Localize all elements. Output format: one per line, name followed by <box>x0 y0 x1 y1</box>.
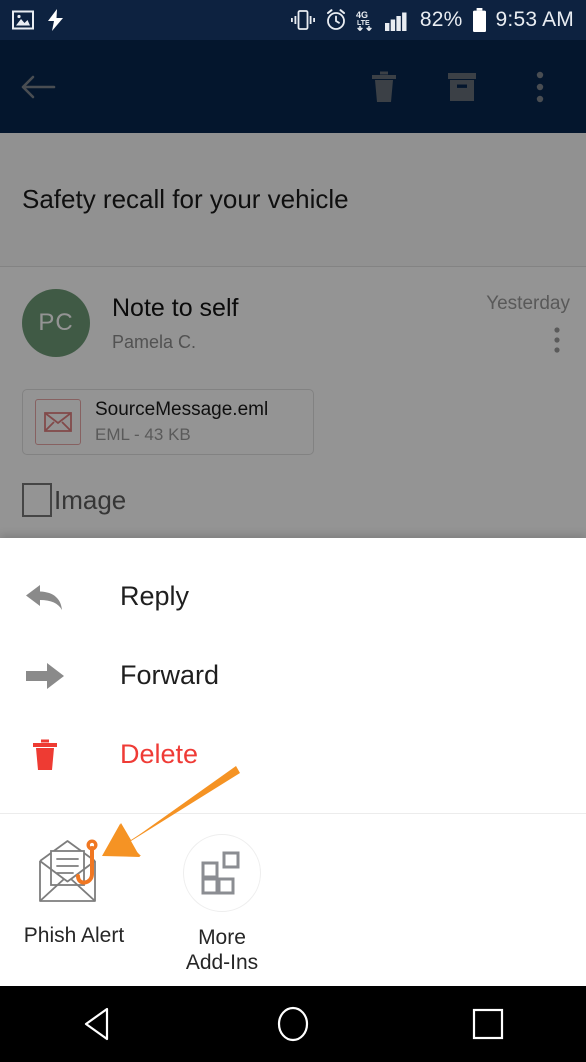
trash-icon <box>22 739 68 771</box>
nav-recents-button[interactable] <box>444 993 532 1055</box>
addin-phish-alert[interactable]: Phish Alert <box>0 834 148 976</box>
archive-button[interactable] <box>440 65 484 109</box>
addin-label: More Add-Ins <box>185 926 259 974</box>
phone-screen: 4G LTE 82% 9:53 AM Safety recall for you… <box>0 0 586 1062</box>
sheet-item-label: Forward <box>120 660 220 690</box>
signal-bars-icon <box>384 9 411 31</box>
addins-row: Phish Alert More Add-Ins <box>0 814 586 976</box>
app-bar-actions <box>362 65 570 109</box>
sheet-item-label: Delete <box>120 739 199 769</box>
battery-icon <box>472 8 487 32</box>
flash-icon <box>48 9 63 31</box>
attachment-meta: SourceMessage.eml EML - 43 KB <box>95 399 268 445</box>
page-title: Safety recall for your vehicle <box>22 184 349 214</box>
message-overflow-button[interactable] <box>554 327 560 358</box>
sender-name: Pamela C. <box>112 331 197 352</box>
envelope-attachment-icon <box>35 399 81 445</box>
avatar-initials: PC <box>38 309 74 336</box>
status-bar-left-icons <box>12 9 63 31</box>
app-bar <box>0 40 586 133</box>
sheet-item-forward[interactable]: Forward <box>0 636 586 715</box>
image-placeholder: Image <box>22 483 586 517</box>
avatar: PC <box>22 289 90 357</box>
attachment-filename: SourceMessage.eml <box>95 399 269 420</box>
sender-title: Note to self <box>112 294 239 322</box>
sheet-item-label: Reply <box>120 581 190 611</box>
addin-more-addins[interactable]: More Add-Ins <box>148 834 296 976</box>
vibrate-icon <box>290 10 316 30</box>
battery-percent-label: 82% <box>419 8 463 31</box>
4g-lte-icon: 4G LTE <box>356 9 376 31</box>
attachment-size: EML - 43 KB <box>95 425 191 444</box>
addin-label: Phish Alert <box>23 924 125 947</box>
svg-text:4G: 4G <box>356 10 368 20</box>
image-icon <box>12 9 34 31</box>
android-nav-bar <box>0 986 586 1062</box>
addins-grid-icon <box>183 834 261 912</box>
message-date: Yesterday <box>486 293 570 314</box>
overflow-button[interactable] <box>518 65 562 109</box>
attachment-chip[interactable]: SourceMessage.eml EML - 43 KB <box>22 389 314 455</box>
status-bar-right-icons: 4G LTE 82% 9:53 AM <box>290 8 574 32</box>
action-bottom-sheet: Reply Forward Delete Phish Alert More Ad… <box>0 538 586 986</box>
sender-meta: Note to self Pamela C. <box>112 289 238 353</box>
nav-home-button[interactable] <box>249 993 337 1055</box>
sender-right: Yesterday <box>486 293 570 358</box>
sheet-item-reply[interactable]: Reply <box>0 557 586 636</box>
delete-button[interactable] <box>362 65 406 109</box>
clock-label: 9:53 AM <box>495 8 574 31</box>
alarm-icon <box>325 9 347 31</box>
nav-back-button[interactable] <box>54 993 142 1055</box>
image-placeholder-label: Image <box>54 484 127 515</box>
svg-text:LTE: LTE <box>357 20 370 27</box>
sheet-item-delete[interactable]: Delete <box>0 715 586 794</box>
sender-row[interactable]: PC Note to self Pamela C. Yesterday <box>0 267 586 377</box>
back-button[interactable] <box>16 65 60 109</box>
broken-image-icon <box>22 483 52 517</box>
subject-block: Safety recall for your vehicle <box>0 133 586 266</box>
reply-arrow-icon <box>22 581 68 613</box>
status-bar: 4G LTE 82% 9:53 AM <box>0 0 586 40</box>
forward-arrow-icon <box>22 662 68 690</box>
email-content: Safety recall for your vehicle PC Note t… <box>0 133 586 538</box>
phish-hook-envelope-icon <box>36 834 112 910</box>
